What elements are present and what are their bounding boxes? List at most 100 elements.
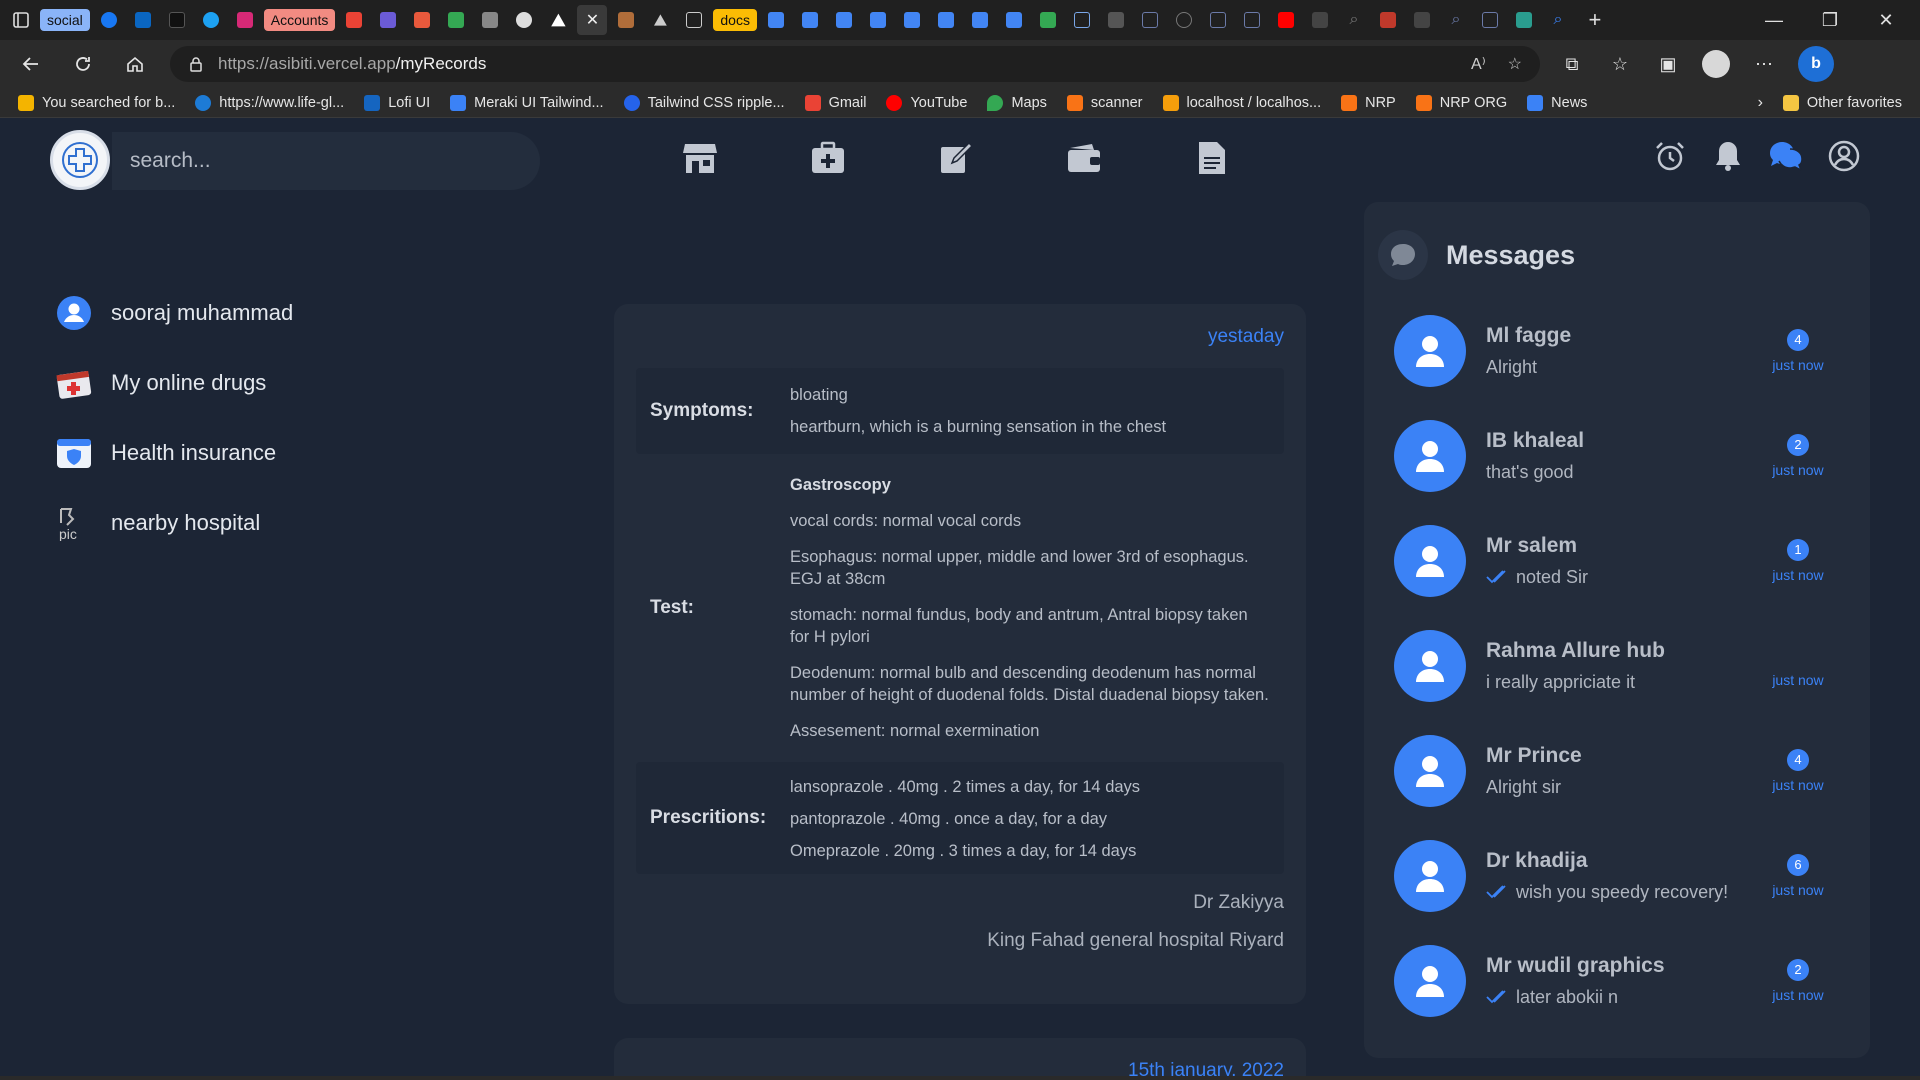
restore-icon[interactable]: ❐: [1802, 10, 1858, 31]
message-item[interactable]: Rahma Allure hub i really appriciate it …: [1378, 613, 1856, 718]
message-item[interactable]: Mr Prince Alright sir 4 just now: [1378, 718, 1856, 823]
figure-tab-icon[interactable]: [611, 5, 641, 35]
favorite-item[interactable]: Meraki UI Tailwind...: [450, 94, 604, 111]
eh-tab-icon[interactable]: [162, 5, 192, 35]
app-logo[interactable]: [50, 130, 110, 190]
sidebar-item-nearby-hospital[interactable]: pic nearby hospital: [55, 488, 415, 558]
sidebar-item-online-drugs[interactable]: My online drugs: [55, 348, 415, 418]
link-tab-icon[interactable]: [407, 5, 437, 35]
doc-tab-icon-1[interactable]: [761, 5, 791, 35]
medical-bag-icon[interactable]: [808, 138, 848, 178]
bell-icon[interactable]: [1710, 138, 1746, 174]
alarm-clock-icon[interactable]: [1652, 138, 1688, 174]
page-tab-icon[interactable]: [679, 5, 709, 35]
chevron-right-icon[interactable]: ›: [1758, 94, 1763, 112]
message-item[interactable]: Mr wudil graphics later abokii n 2 just …: [1378, 928, 1856, 1033]
grey-tab-icon-1[interactable]: [1101, 5, 1131, 35]
play-tab-icon-2[interactable]: [1135, 5, 1165, 35]
favorite-item[interactable]: Tailwind CSS ripple...: [623, 94, 785, 111]
profile-avatar[interactable]: [1702, 50, 1730, 78]
bing-icon[interactable]: b: [1798, 46, 1834, 82]
url-field[interactable]: https://asibiti.vercel.app/myRecords A⁾ …: [170, 46, 1540, 82]
linkedin-tab-icon[interactable]: [128, 5, 158, 35]
doc-tab-icon-3[interactable]: [829, 5, 859, 35]
doc-tab-icon-5[interactable]: [897, 5, 927, 35]
doc-tab-icon-2[interactable]: [795, 5, 825, 35]
favorite-item[interactable]: Gmail: [804, 94, 866, 111]
search-tab-icon-1[interactable]: ⌕: [1339, 5, 1369, 35]
store-icon[interactable]: [680, 138, 720, 178]
extensions-icon[interactable]: ⧉: [1558, 50, 1586, 78]
github-tab-icon[interactable]: [509, 5, 539, 35]
message-item[interactable]: Dr khadija wish you speedy recovery! 6 j…: [1378, 823, 1856, 928]
other-favorites[interactable]: Other favorites: [1782, 94, 1902, 111]
collections-icon[interactable]: ▣: [1654, 50, 1682, 78]
edit-icon[interactable]: [936, 138, 976, 178]
more-menu-icon[interactable]: ⋯: [1750, 50, 1778, 78]
drive-tab-icon[interactable]: [441, 5, 471, 35]
youtube-tab-icon[interactable]: [1271, 5, 1301, 35]
wallet-icon[interactable]: [1064, 138, 1104, 178]
document-icon[interactable]: [1192, 138, 1232, 178]
play-tab-icon[interactable]: [1067, 5, 1097, 35]
favorite-item[interactable]: https://www.life-gl...: [195, 94, 344, 111]
doc-tab-icon-6[interactable]: [931, 5, 961, 35]
tab-group-social[interactable]: social: [40, 9, 90, 31]
back-icon[interactable]: [14, 47, 48, 81]
message-item[interactable]: Mr salem noted Sir 1 just now: [1378, 508, 1856, 613]
play-tab-icon-4[interactable]: [1475, 5, 1505, 35]
favorite-item[interactable]: YouTube: [886, 94, 967, 111]
doc-tab-icon-7[interactable]: [965, 5, 995, 35]
extension-tab-icon[interactable]: [475, 5, 505, 35]
favorites-icon[interactable]: ☆: [1606, 50, 1634, 78]
sidebar-item-profile[interactable]: sooraj muhammad: [55, 278, 415, 348]
play-tab-icon-3[interactable]: [1237, 5, 1267, 35]
minimize-icon[interactable]: —: [1746, 10, 1802, 31]
vercel-tab-icon[interactable]: [543, 5, 573, 35]
gmail-tab-icon[interactable]: [339, 5, 369, 35]
grey-tab-icon-2[interactable]: [1305, 5, 1335, 35]
message-item[interactable]: IB khaleal that's good 2 just now: [1378, 403, 1856, 508]
chat-bubbles-icon[interactable]: [1768, 138, 1804, 174]
message-item[interactable]: Ml fagge Alright 4 just now: [1378, 298, 1856, 403]
window-close-icon[interactable]: ✕: [1858, 10, 1914, 31]
lock-icon[interactable]: [188, 56, 204, 72]
new-tab-icon[interactable]: +: [1577, 7, 1613, 33]
triangle-tab-icon[interactable]: [645, 5, 675, 35]
favorite-item[interactable]: Maps: [987, 94, 1047, 111]
globe-tab-icon[interactable]: [1169, 5, 1199, 35]
favorite-item[interactable]: NRP ORG: [1415, 94, 1507, 111]
doc-tab-icon-4[interactable]: [863, 5, 893, 35]
sheet-tab-icon[interactable]: [1033, 5, 1063, 35]
favorite-item[interactable]: You searched for b...: [18, 94, 175, 111]
shield-tab-icon[interactable]: [1203, 5, 1233, 35]
sidebar-item-health-insurance[interactable]: Health insurance: [55, 418, 415, 488]
red-tab-icon[interactable]: [1373, 5, 1403, 35]
tab-group-docs[interactable]: docs: [713, 9, 757, 31]
tab-actions-icon[interactable]: [6, 5, 36, 35]
add-favorite-icon[interactable]: ☆: [1508, 54, 1522, 74]
search-tab-icon-2[interactable]: ⌕: [1441, 5, 1471, 35]
refresh-icon[interactable]: [66, 47, 100, 81]
list-tab-icon[interactable]: [373, 5, 403, 35]
search-input[interactable]: [130, 149, 540, 173]
twitter-tab-icon[interactable]: [196, 5, 226, 35]
tab-group-accounts[interactable]: Accounts: [263, 9, 336, 31]
favorite-item[interactable]: Lofi UI: [364, 94, 430, 111]
horizontal-scrollbar[interactable]: [0, 1076, 1920, 1080]
favorite-item[interactable]: News: [1527, 94, 1587, 111]
favorite-item[interactable]: localhost / localhos...: [1162, 94, 1321, 111]
grey-tab-icon-3[interactable]: [1407, 5, 1437, 35]
doc-tab-icon-8[interactable]: [999, 5, 1029, 35]
read-aloud-icon[interactable]: A⁾: [1471, 54, 1486, 74]
url-text: https://asibiti.vercel.app/myRecords: [218, 54, 487, 73]
favorite-item[interactable]: scanner: [1066, 94, 1143, 111]
close-tab-icon[interactable]: ✕: [577, 5, 608, 35]
facebook-tab-icon[interactable]: [94, 5, 124, 35]
search-tab-icon-3[interactable]: ⌕: [1543, 5, 1573, 35]
home-icon[interactable]: [118, 47, 152, 81]
bird-tab-icon[interactable]: [1509, 5, 1539, 35]
user-account-icon[interactable]: [1826, 138, 1862, 174]
instagram-tab-icon[interactable]: [230, 5, 260, 35]
favorite-item[interactable]: NRP: [1341, 94, 1396, 111]
